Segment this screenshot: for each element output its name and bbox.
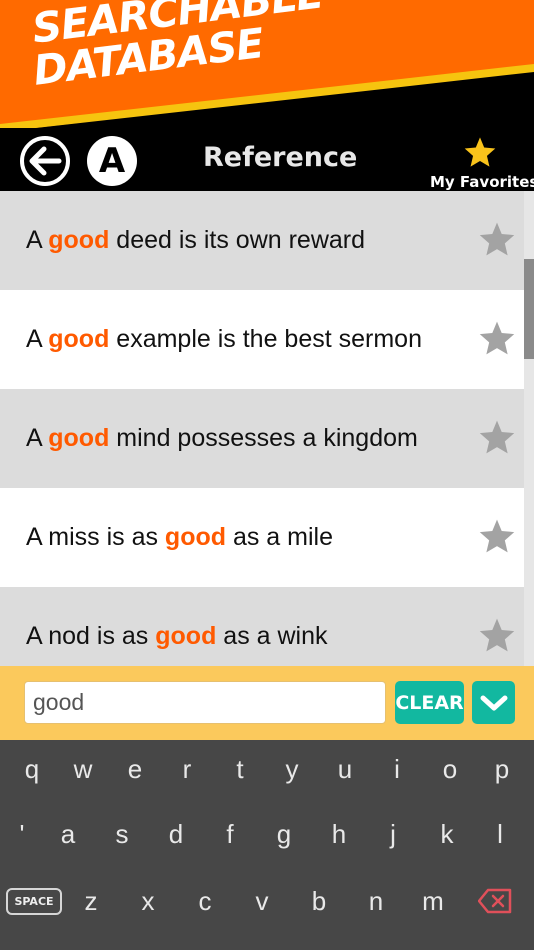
text-before: A	[26, 325, 49, 353]
key-q[interactable]: q	[14, 754, 50, 785]
text-after: deed is its own reward	[109, 226, 366, 254]
key-r[interactable]: r	[169, 754, 205, 785]
back-button[interactable]	[20, 136, 70, 186]
scrollbar[interactable]	[524, 191, 534, 666]
text-before: A nod is as	[26, 622, 156, 650]
backspace-icon[interactable]	[478, 888, 512, 914]
list-item[interactable]: A good deed is its own reward	[0, 191, 534, 290]
key-f[interactable]: f	[212, 819, 248, 850]
key-v[interactable]: v	[244, 886, 280, 917]
app-banner: SEARCHABLE DATABASE	[0, 0, 534, 135]
my-favorites-label: My Favorites	[430, 173, 534, 191]
arrow-left-icon	[29, 146, 62, 176]
favorite-star-icon[interactable]	[478, 518, 516, 554]
key-k[interactable]: k	[429, 819, 465, 850]
star-icon	[464, 137, 496, 167]
font-size-button[interactable]: A	[87, 136, 137, 186]
search-match: good	[48, 325, 110, 353]
key-j[interactable]: j	[375, 819, 411, 850]
key-m[interactable]: m	[415, 886, 451, 917]
proverb-text: A good deed is its own reward	[26, 226, 365, 255]
key-s[interactable]: s	[104, 819, 140, 850]
list-item[interactable]: A miss is as good as a mile	[0, 488, 534, 587]
list-item[interactable]: A nod is as good as a wink	[0, 587, 534, 666]
favorite-star-icon[interactable]	[478, 419, 516, 455]
space-key[interactable]: SPACE	[6, 888, 62, 915]
proverb-text: A nod is as good as a wink	[26, 622, 328, 651]
chevron-down-icon	[480, 695, 507, 710]
key-a[interactable]: a	[50, 819, 86, 850]
favorite-star-icon[interactable]	[478, 221, 516, 257]
key-o[interactable]: o	[432, 754, 468, 785]
key-c[interactable]: c	[187, 886, 223, 917]
key-y[interactable]: y	[274, 754, 310, 785]
proverb-text: A good mind possesses a kingdom	[26, 424, 418, 453]
search-match: good	[48, 424, 110, 452]
results-list[interactable]: A good deed is its own reward A good exa…	[0, 191, 534, 666]
list-item[interactable]: A good mind possesses a kingdom	[0, 389, 534, 488]
proverb-text: A miss is as good as a mile	[26, 523, 333, 552]
key-d[interactable]: d	[158, 819, 194, 850]
search-input[interactable]	[24, 681, 386, 724]
text-after: as a mile	[226, 523, 333, 551]
text-before: A	[26, 424, 49, 452]
favorite-star-icon[interactable]	[478, 617, 516, 653]
key-apostrophe[interactable]: '	[4, 819, 40, 850]
search-match: good	[48, 226, 110, 254]
list-item[interactable]: A good example is the best sermon	[0, 290, 534, 389]
favorite-star-icon[interactable]	[478, 320, 516, 356]
key-w[interactable]: w	[65, 754, 101, 785]
text-before: A miss is as	[26, 523, 165, 551]
key-u[interactable]: u	[327, 754, 363, 785]
page-title: Reference	[203, 142, 358, 173]
key-z[interactable]: z	[73, 886, 109, 917]
key-l[interactable]: l	[482, 819, 518, 850]
proverb-text: A good example is the best sermon	[26, 325, 422, 354]
key-x[interactable]: x	[130, 886, 166, 917]
toolbar: A Reference My Favorites	[0, 128, 534, 191]
text-after: as a wink	[216, 622, 328, 650]
key-h[interactable]: h	[321, 819, 357, 850]
key-g[interactable]: g	[266, 819, 302, 850]
text-before: A	[26, 226, 49, 254]
collapse-keyboard-button[interactable]	[472, 681, 515, 724]
key-e[interactable]: e	[117, 754, 153, 785]
key-n[interactable]: n	[358, 886, 394, 917]
search-match: good	[155, 622, 217, 650]
on-screen-keyboard: q w e r t y u i o p ' a s d f g h j k l …	[0, 740, 534, 950]
text-after: example is the best sermon	[109, 325, 422, 353]
key-p[interactable]: p	[484, 754, 520, 785]
text-after: mind possesses a kingdom	[109, 424, 418, 452]
my-favorites-button[interactable]: My Favorites	[430, 136, 534, 191]
scrollbar-thumb[interactable]	[524, 259, 534, 359]
search-bar: CLEAR	[0, 666, 534, 740]
key-t[interactable]: t	[222, 754, 258, 785]
font-size-button-label: A	[98, 141, 126, 181]
key-i[interactable]: i	[379, 754, 415, 785]
clear-button[interactable]: CLEAR	[395, 681, 464, 724]
search-match: good	[164, 523, 227, 551]
key-b[interactable]: b	[301, 886, 337, 917]
